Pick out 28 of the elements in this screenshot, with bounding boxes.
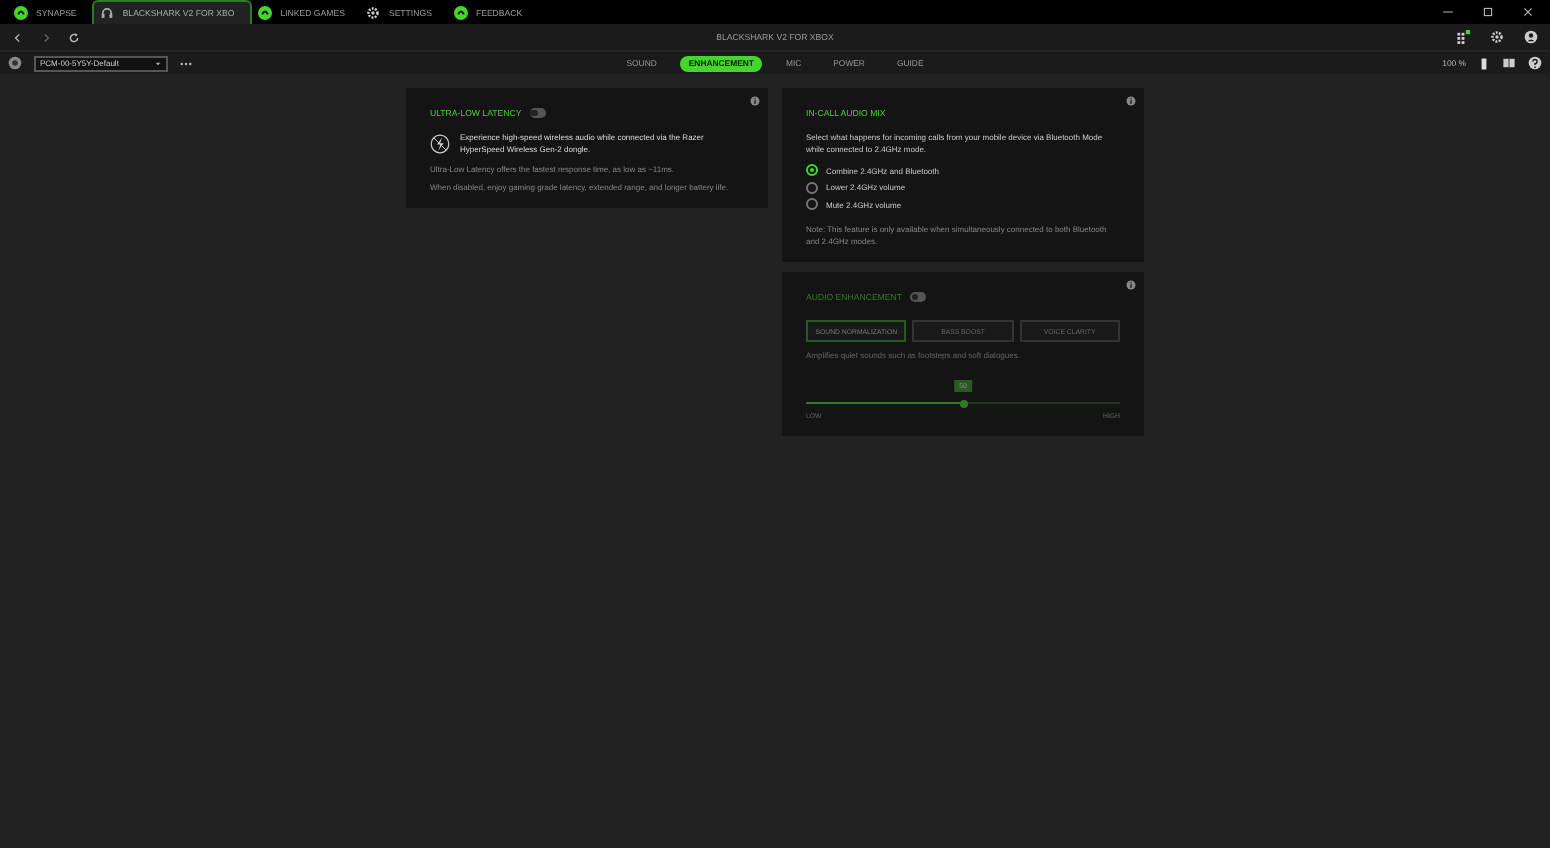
refresh-icon[interactable]	[68, 31, 80, 43]
settings-icon	[1490, 30, 1504, 44]
help-icon[interactable]	[1528, 56, 1542, 70]
info-icon[interactable]	[750, 96, 760, 106]
logo-icon	[453, 5, 468, 19]
settings-icon	[366, 5, 381, 19]
forward-icon[interactable]	[40, 31, 52, 43]
caret-icon	[154, 59, 162, 67]
logo-icon	[258, 5, 273, 19]
back-icon[interactable]	[12, 31, 24, 43]
more-icon[interactable]	[180, 57, 192, 69]
maximize-icon[interactable]	[1482, 6, 1494, 18]
lightning-icon	[430, 133, 450, 153]
info-icon[interactable]	[1126, 280, 1136, 290]
info-icon[interactable]	[1126, 96, 1136, 106]
radio-button[interactable]	[806, 164, 818, 176]
toggle-switch[interactable]	[910, 292, 926, 302]
radio-button[interactable]	[806, 181, 818, 193]
toggle-switch[interactable]	[529, 108, 546, 118]
close-icon[interactable]	[1522, 6, 1534, 18]
headset-icon	[100, 6, 115, 20]
battery-icon	[1478, 57, 1490, 69]
slider-thumb[interactable]	[959, 399, 967, 407]
user-avatar-icon[interactable]	[1524, 30, 1538, 44]
apps-grid-icon[interactable]	[1456, 30, 1470, 44]
book-icon[interactable]	[1502, 56, 1516, 70]
logo-icon	[14, 5, 28, 19]
radio-button[interactable]	[806, 198, 818, 210]
